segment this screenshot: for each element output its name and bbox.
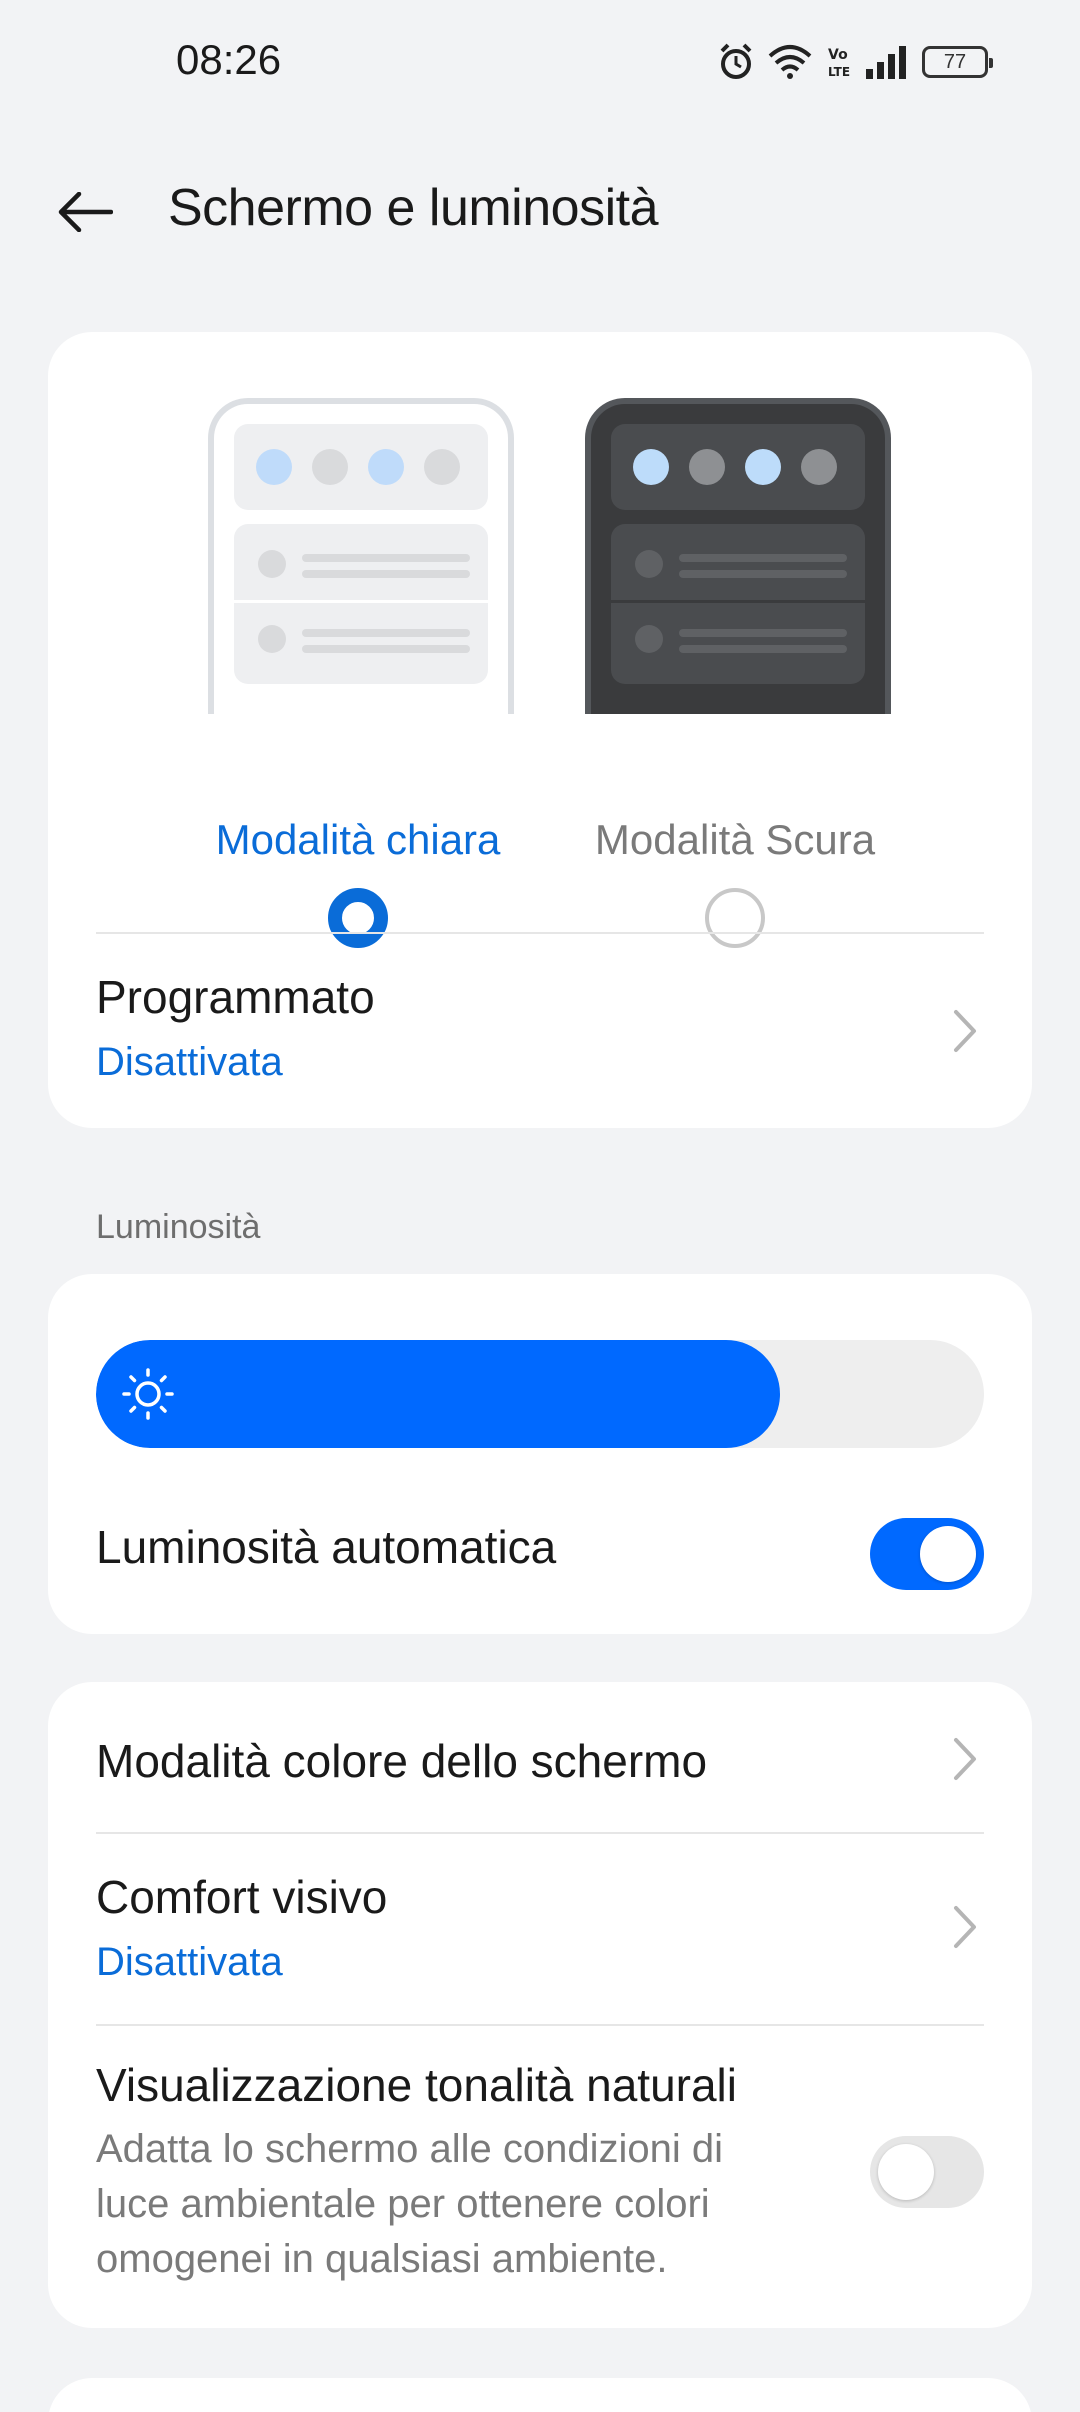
eye-comfort-title: Comfort visivo	[96, 1871, 388, 1923]
page-title: Schermo e luminosità	[168, 179, 659, 237]
theme-card: Modalità chiara Modalità Scura Programma…	[48, 332, 1032, 1128]
brightness-card: Luminosità automatica	[48, 1274, 1032, 1634]
volte-icon: Vo LTE	[826, 44, 850, 80]
eye-comfort-value: Disattivata	[96, 1940, 283, 1984]
color-mode-title: Modalità colore dello schermo	[96, 1735, 708, 1787]
brightness-slider[interactable]	[96, 1340, 984, 1448]
chevron-right-icon	[954, 1010, 976, 1052]
dark-mode-preview	[585, 398, 891, 714]
status-bar: 08:26 Vo LTE 77	[0, 0, 1080, 120]
arrow-left-icon	[58, 192, 113, 232]
next-card	[48, 2378, 1032, 2412]
dark-mode-label: Modalità Scura	[594, 816, 876, 863]
schedule-row[interactable]: Programmato Disattivata	[48, 934, 1032, 1128]
auto-brightness-row: Luminosità automatica	[48, 1480, 1032, 1610]
battery-icon: 77	[922, 46, 993, 78]
wifi-icon	[768, 44, 812, 80]
battery-level: 77	[943, 50, 967, 73]
natural-tone-toggle[interactable]	[870, 2136, 984, 2208]
color-mode-row[interactable]: Modalità colore dello schermo	[48, 1682, 1032, 1832]
natural-tone-title: Visualizzazione tonalità naturali	[96, 2059, 737, 2111]
light-mode-option[interactable]: Modalità chiara	[198, 398, 518, 948]
schedule-value: Disattivata	[96, 1040, 283, 1084]
divider	[96, 2024, 984, 2026]
auto-brightness-label: Luminosità automatica	[96, 1521, 557, 1573]
signal-icon	[864, 45, 908, 79]
schedule-title: Programmato	[96, 971, 375, 1023]
header: Schermo e luminosità	[0, 160, 1080, 260]
natural-tone-description: Adatta lo schermo alle condizioni di luc…	[96, 2127, 724, 2281]
status-icons: Vo LTE 77	[718, 40, 993, 84]
back-button[interactable]	[50, 182, 120, 242]
svg-text:Vo: Vo	[828, 47, 848, 63]
sun-icon	[122, 1368, 174, 1420]
light-mode-preview	[208, 398, 514, 714]
chevron-right-icon	[954, 1906, 976, 1948]
svg-text:LTE: LTE	[828, 65, 850, 79]
brightness-slider-fill	[96, 1340, 780, 1448]
status-time: 08:26	[176, 36, 282, 83]
chevron-right-icon	[954, 1738, 976, 1780]
alarm-icon	[718, 42, 754, 82]
brightness-section-header: Luminosità	[96, 1208, 261, 1246]
display-card: Modalità colore dello schermo Comfort vi…	[48, 1682, 1032, 2328]
light-mode-label: Modalità chiara	[215, 816, 501, 863]
dark-mode-option[interactable]: Modalità Scura	[575, 398, 895, 948]
eye-comfort-row[interactable]: Comfort visivo Disattivata	[48, 1834, 1032, 2022]
auto-brightness-toggle[interactable]	[870, 1518, 984, 1590]
